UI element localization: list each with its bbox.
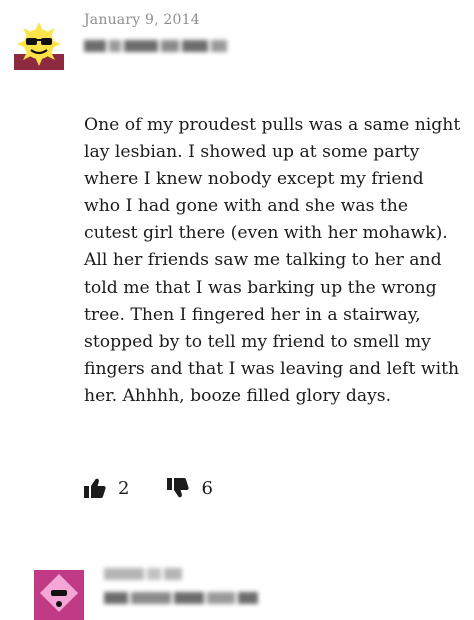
pink-diamond-avatar-icon	[34, 570, 84, 620]
comment	[0, 560, 474, 620]
thumbs-down-icon	[167, 478, 190, 498]
vote-bar: 2 6	[84, 476, 213, 500]
upvote-button[interactable]: 2	[84, 478, 129, 499]
comment-date: January 9, 2014	[84, 12, 200, 28]
comment-date-redacted	[104, 568, 182, 582]
author-name-redacted	[84, 40, 227, 54]
comment-body: One of my proudest pulls was a same nigh…	[84, 115, 461, 406]
avatar[interactable]	[14, 20, 64, 70]
sunglasses-sun-avatar-icon	[14, 20, 64, 70]
thumbs-up-icon	[84, 478, 106, 498]
comment: January 9, 2014 One of my proudest pulls…	[0, 0, 474, 520]
avatar[interactable]	[34, 570, 84, 620]
downvote-count: 6	[201, 477, 213, 499]
upvote-count: 2	[118, 477, 130, 499]
downvote-button[interactable]: 6	[167, 477, 213, 499]
